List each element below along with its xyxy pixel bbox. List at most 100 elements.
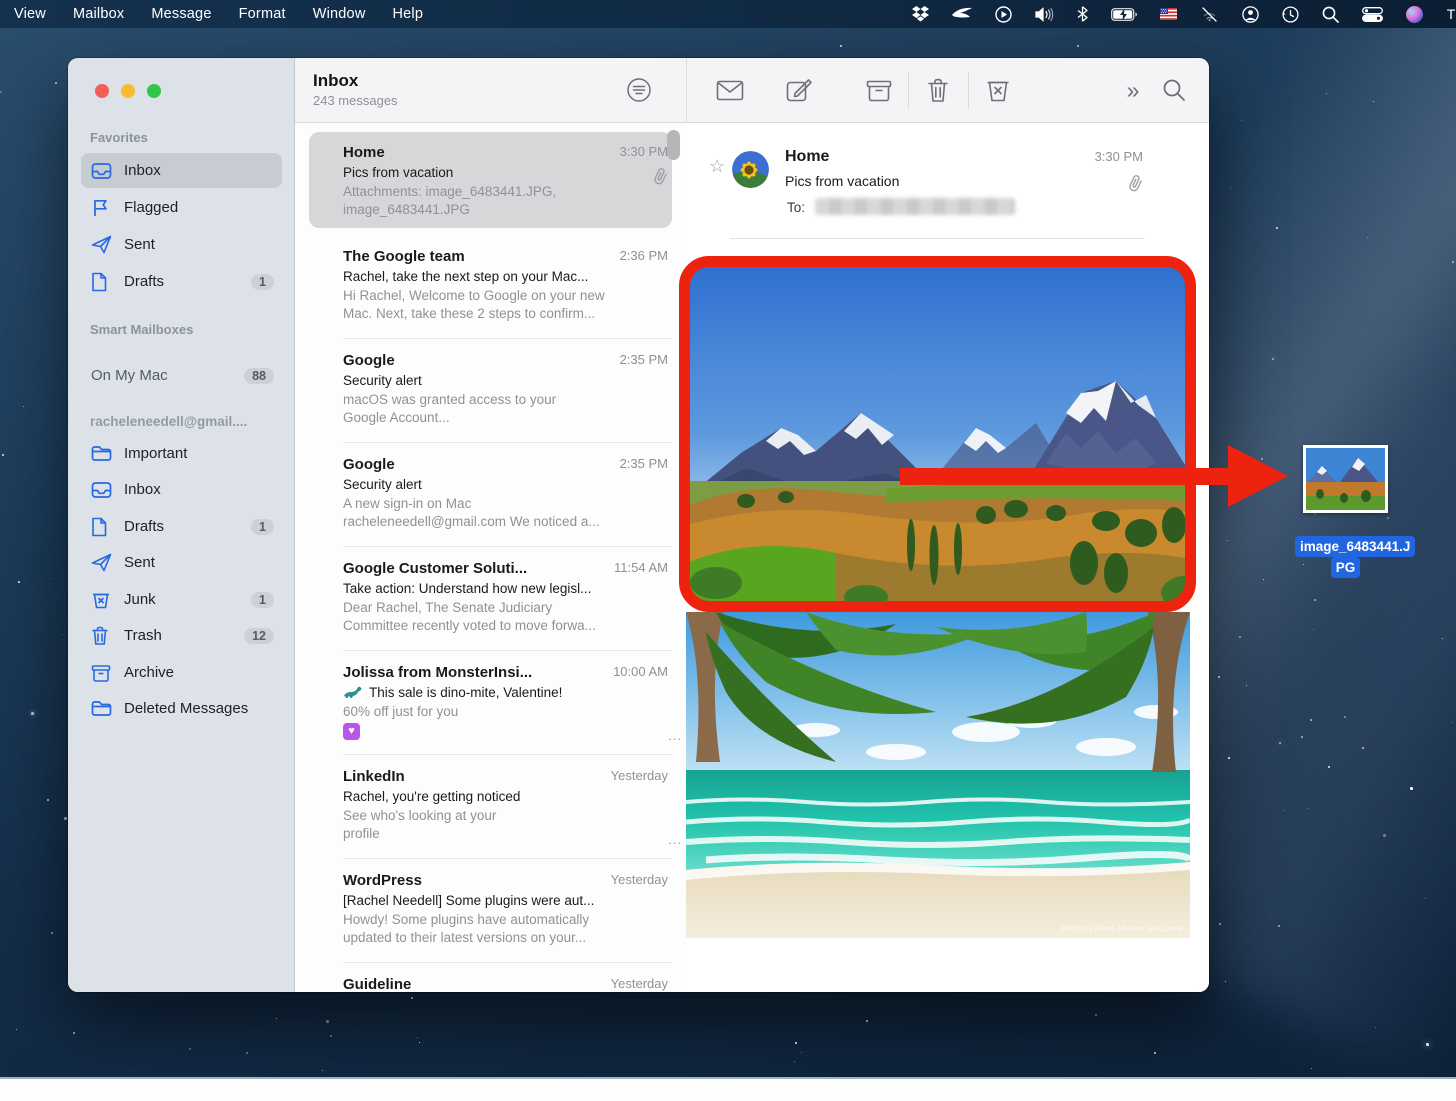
sidebar-item-drafts[interactable]: Drafts 1 — [81, 264, 282, 299]
compose-icon[interactable] — [784, 74, 814, 106]
search-icon[interactable] — [1159, 74, 1189, 106]
message-view-pane: ☆ — [686, 123, 1209, 992]
mail-window: Favorites Inbox Flagged Sent Drafts 1 Sm… — [68, 58, 1209, 992]
paper-plane-icon — [91, 235, 113, 255]
trash-icon — [91, 626, 113, 646]
sidebar-item-label: Junk — [124, 591, 156, 608]
file-label-line1: image_6483441.J — [1295, 536, 1415, 557]
status-icons: T — [912, 0, 1456, 28]
time-machine-icon[interactable] — [1282, 0, 1299, 28]
archive-box-icon[interactable] — [864, 74, 894, 106]
document-icon — [91, 517, 113, 537]
list-item-google-customer[interactable]: Google Customer Soluti... 11:54 AM Take … — [295, 547, 686, 651]
zoom-window-button[interactable] — [147, 84, 161, 98]
control-center-icon[interactable] — [1362, 0, 1383, 28]
wings-icon[interactable] — [952, 0, 972, 28]
sidebar-item-junk[interactable]: Junk 1 — [81, 582, 282, 617]
menu-clock-partial[interactable]: T — [1446, 0, 1456, 28]
sidebar-item-label: Flagged — [124, 199, 178, 216]
drafts-count-badge: 1 — [251, 274, 274, 290]
sidebar-item-label: Drafts — [124, 273, 164, 290]
close-window-button[interactable] — [95, 84, 109, 98]
sidebar-item-archive[interactable]: Archive — [81, 655, 282, 690]
get-mail-envelope-icon[interactable] — [715, 74, 745, 106]
header-divider — [730, 238, 1145, 239]
menu-item-view[interactable]: View — [14, 6, 46, 22]
toolbar-separator — [968, 72, 969, 108]
message-attachments: Attachments: image_6483441.JPG, image_64… — [343, 183, 670, 218]
desktop-file-icon[interactable]: image_6483441.J PG — [1295, 445, 1396, 578]
message-subject: [Rachel Needell] Some plugins were aut..… — [343, 893, 670, 908]
sidebar-item-inbox[interactable]: Inbox — [81, 153, 282, 188]
dropbox-icon[interactable] — [912, 0, 929, 28]
message-sender: Guideline — [343, 976, 593, 992]
sidebar-item-account-drafts[interactable]: Drafts 1 — [81, 509, 282, 544]
to-label: To: — [787, 200, 805, 215]
bluetooth-icon[interactable] — [1077, 0, 1088, 28]
list-item-wordpress[interactable]: WordPress Yesterday [Rachel Needell] Som… — [295, 859, 686, 963]
mountain-vacation-photo[interactable] — [686, 263, 1190, 607]
filter-icon[interactable] — [624, 74, 654, 106]
message-preview: Hi Rachel, Welcome to Google on your new… — [343, 287, 670, 322]
menu-item-window[interactable]: Window — [313, 6, 366, 22]
volume-icon[interactable] — [1035, 0, 1054, 28]
junk-bin-icon[interactable] — [983, 74, 1013, 106]
menu-item-mailbox[interactable]: Mailbox — [73, 6, 124, 22]
message-subject: Rachel, you're getting noticed — [343, 789, 670, 804]
inbox-tray-icon — [91, 480, 113, 500]
message-preview: A new sign-in on Mac racheleneedell@gmai… — [343, 495, 670, 530]
paperclip-icon — [1128, 175, 1143, 197]
list-item-home[interactable]: Home 3:30 PM Pics from vacation Attachme… — [295, 131, 686, 235]
battery-charging-icon[interactable] — [1111, 0, 1137, 28]
message-time: 2:35 PM — [620, 352, 668, 367]
spotlight-search-icon[interactable] — [1322, 0, 1339, 28]
trash-icon[interactable] — [923, 74, 953, 106]
star-flag-icon[interactable]: ☆ — [709, 156, 725, 177]
junk-count-badge: 1 — [251, 592, 274, 608]
mailbox-title: Inbox — [313, 71, 358, 91]
on-my-mac-count-badge: 88 — [244, 368, 274, 384]
siri-icon[interactable] — [1406, 0, 1423, 28]
sidebar-item-label: Sent — [124, 236, 155, 253]
message-preview: 60% off just for you — [343, 703, 670, 721]
sidebar-item-account-sent[interactable]: Sent — [81, 545, 282, 580]
list-item-guideline[interactable]: Guideline Yesterday — [295, 963, 686, 992]
sidebar-item-label: Inbox — [124, 162, 161, 179]
bottom-screen-strip — [0, 1077, 1456, 1101]
screenshot-root: View Mailbox Message Format Window Help — [0, 0, 1456, 1101]
menu-item-format[interactable]: Format — [239, 6, 286, 22]
list-item-google-2[interactable]: Google 2:35 PM Security alert A new sign… — [295, 443, 686, 547]
sidebar-item-deleted-messages[interactable]: Deleted Messages — [81, 691, 282, 726]
truncation-dots: ... — [668, 728, 682, 743]
sidebar-item-flagged[interactable]: Flagged — [81, 190, 282, 225]
menu-item-message[interactable]: Message — [151, 6, 211, 22]
sidebar-item-important[interactable]: Important — [81, 436, 282, 471]
list-item-linkedin[interactable]: LinkedIn Yesterday Rachel, you're gettin… — [295, 755, 686, 859]
sidebar-item-label: Deleted Messages — [124, 700, 248, 717]
sidebar: Favorites Inbox Flagged Sent Drafts 1 Sm… — [68, 58, 295, 992]
message-subject-line: Pics from vacation — [785, 173, 899, 189]
list-item-google-1[interactable]: Google 2:35 PM Security alert macOS was … — [295, 339, 686, 443]
sender-avatar — [732, 151, 769, 188]
menu-item-help[interactable]: Help — [393, 6, 424, 22]
user-account-icon[interactable] — [1242, 0, 1259, 28]
sidebar-item-label: Sent — [124, 554, 155, 571]
sidebar-item-trash[interactable]: Trash 12 — [81, 618, 282, 653]
message-sender: WordPress — [343, 872, 593, 889]
message-subject: This sale is dino-mite, Valentine! — [343, 685, 670, 700]
message-time: 2:35 PM — [620, 456, 668, 471]
sidebar-item-sent[interactable]: Sent — [81, 227, 282, 262]
message-sender: Jolissa from MonsterInsi... — [343, 664, 593, 681]
wifi-off-icon[interactable] — [1200, 0, 1219, 28]
trash-count-badge: 12 — [244, 628, 274, 644]
minimize-window-button[interactable] — [121, 84, 135, 98]
list-item-jolissa[interactable]: Jolissa from MonsterInsi... 10:00 AM Thi… — [295, 651, 686, 755]
play-circle-icon[interactable] — [995, 0, 1012, 28]
sidebar-item-account-inbox[interactable]: Inbox — [81, 472, 282, 507]
us-flag-icon[interactable] — [1160, 0, 1177, 28]
message-preview: Dear Rachel, The Senate Judiciary Commit… — [343, 599, 670, 634]
sidebar-item-on-my-mac[interactable]: On My Mac 88 — [81, 358, 282, 393]
beach-vacation-photo[interactable]: Photo by Remy Musser via Canva — [686, 612, 1190, 938]
more-chevrons-icon[interactable]: » — [1118, 74, 1148, 106]
list-item-google-team[interactable]: The Google team 2:36 PM Rachel, take the… — [295, 235, 686, 339]
